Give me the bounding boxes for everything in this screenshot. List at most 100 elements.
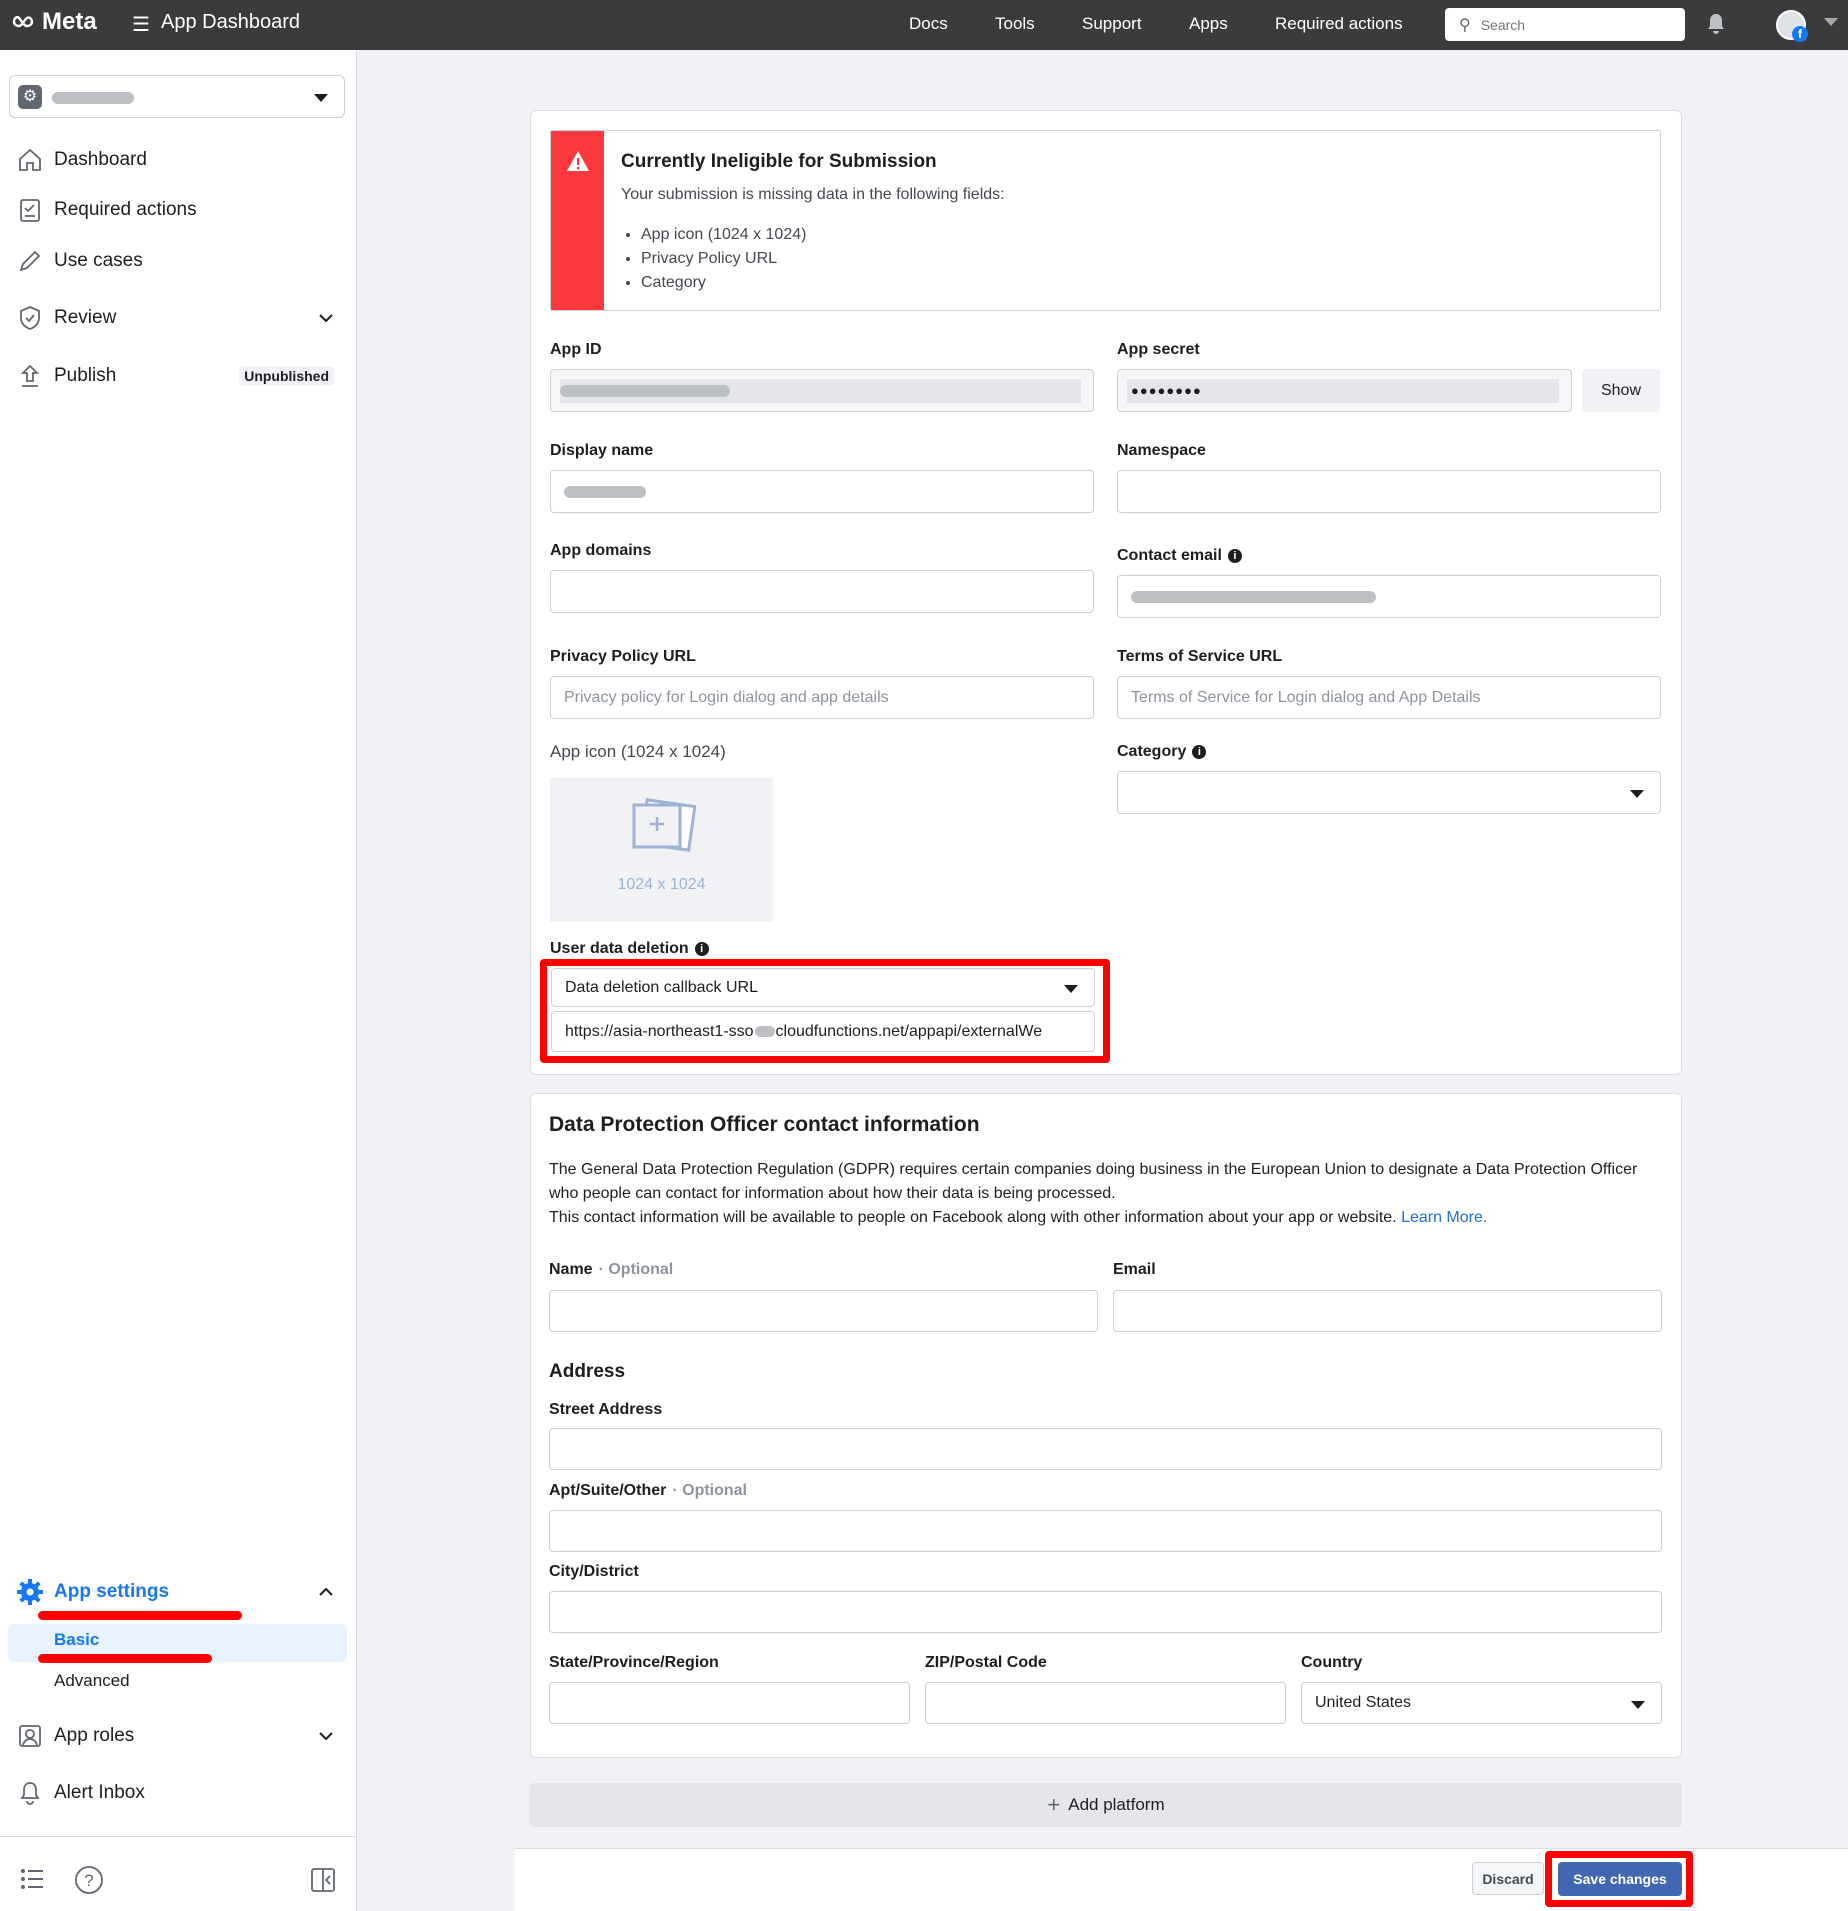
sidebar-item-use-cases[interactable]: Use cases — [14, 245, 334, 277]
sidebar-item-advanced[interactable]: Advanced — [54, 1671, 130, 1691]
save-changes-button[interactable]: Save changes — [1558, 1862, 1682, 1896]
nav-apps[interactable]: Apps — [1189, 14, 1228, 34]
collapse-sidebar-icon[interactable] — [310, 1867, 336, 1893]
sidebar-item-label: Required actions — [54, 199, 197, 220]
sidebar-item-required-actions[interactable]: Required actions — [14, 194, 334, 226]
help-icon[interactable]: ? — [74, 1865, 104, 1895]
list-item: Privacy Policy URL — [641, 247, 806, 271]
privacy-policy-label: Privacy Policy URL — [550, 648, 696, 666]
street-address-input[interactable] — [563, 1440, 1648, 1458]
sidebar-item-app-settings[interactable]: App settings — [14, 1576, 334, 1608]
notifications-bell-icon[interactable] — [1705, 12, 1727, 36]
discard-button[interactable]: Discard — [1472, 1862, 1544, 1895]
alert-color-bar — [551, 131, 604, 310]
dpo-para-2: This contact information will be availab… — [549, 1209, 1397, 1226]
app-id-redacted — [560, 385, 730, 397]
user-data-deletion-label: User data deletion i — [550, 940, 709, 958]
sidebar-item-publish[interactable]: Publish Unpublished — [14, 360, 334, 392]
checklist-icon — [14, 194, 46, 226]
list-icon[interactable] — [20, 1868, 44, 1890]
namespace-field[interactable] — [1117, 470, 1661, 513]
nav-required-actions[interactable]: Required actions — [1275, 14, 1403, 34]
sidebar-item-app-roles[interactable]: App roles — [14, 1720, 334, 1752]
label-text: Display name — [550, 442, 654, 459]
app-domains-field[interactable] — [550, 570, 1094, 613]
divider — [0, 1836, 357, 1837]
label-text: Category — [1117, 743, 1187, 760]
display-name-field[interactable] — [550, 470, 1094, 513]
app-icon-label: App icon (1024 x 1024) — [550, 742, 726, 761]
info-icon[interactable]: i — [1192, 745, 1207, 759]
label-text: Street Address — [549, 1401, 663, 1418]
show-secret-button[interactable]: Show — [1582, 369, 1660, 412]
category-select[interactable] — [1117, 771, 1661, 814]
dpo-email-input[interactable] — [1127, 1302, 1648, 1320]
contact-email-field[interactable] — [1117, 575, 1661, 618]
info-icon[interactable]: i — [1227, 549, 1242, 563]
add-platform-label: Add platform — [1068, 1795, 1165, 1814]
pencil-icon — [14, 245, 46, 277]
missing-fields-list: App icon (1024 x 1024) Privacy Policy UR… — [641, 223, 806, 295]
terms-of-service-input[interactable] — [1131, 688, 1647, 707]
app-secret-field[interactable]: ●●●●●●●● — [1117, 369, 1572, 412]
country-select[interactable]: United States — [1301, 1682, 1662, 1724]
terms-of-service-field[interactable] — [1117, 676, 1661, 719]
app-id-field[interactable] — [550, 369, 1094, 412]
sidebar-item-dashboard[interactable]: Dashboard — [14, 144, 334, 176]
info-icon[interactable]: i — [694, 942, 709, 956]
add-platform-button[interactable]: + Add platform — [530, 1783, 1682, 1827]
namespace-input[interactable] — [1131, 482, 1647, 501]
label-text: App domains — [550, 542, 652, 559]
warning-icon — [567, 151, 589, 171]
search-box[interactable]: ⚲ — [1445, 8, 1685, 41]
app-domains-input[interactable] — [564, 582, 1080, 601]
meta-logo[interactable]: Meta — [10, 8, 97, 36]
street-address-label: Street Address — [549, 1401, 662, 1419]
dpo-name-input[interactable] — [563, 1302, 1084, 1320]
sidebar-item-label: Review — [54, 307, 117, 328]
nav-support[interactable]: Support — [1082, 14, 1142, 34]
dpo-name-field[interactable] — [549, 1290, 1098, 1332]
state-input[interactable] — [563, 1694, 896, 1712]
city-field[interactable] — [549, 1591, 1662, 1633]
nav-docs[interactable]: Docs — [909, 14, 948, 34]
nav-tools[interactable]: Tools — [995, 14, 1035, 34]
privacy-policy-field[interactable] — [550, 676, 1094, 719]
dpo-email-label: Email — [1113, 1261, 1156, 1279]
app-secret-value: ●●●●●●●● — [1131, 383, 1202, 398]
label-text: ZIP/Postal Code — [925, 1654, 1047, 1671]
zip-label: ZIP/Postal Code — [925, 1654, 1047, 1672]
label-text: Email — [1113, 1261, 1156, 1278]
deletion-type-select[interactable]: Data deletion callback URL — [551, 968, 1095, 1007]
app-selector[interactable]: ⚙ — [9, 75, 345, 118]
zip-field[interactable] — [925, 1682, 1286, 1724]
dpo-email-field[interactable] — [1113, 1290, 1662, 1332]
contact-email-redacted — [1131, 590, 1376, 603]
sidebar-item-review[interactable]: Review — [14, 302, 334, 334]
apt-field[interactable] — [549, 1510, 1662, 1552]
app-name-redacted — [52, 92, 134, 104]
search-input[interactable] — [1480, 16, 1661, 33]
app-icon-upload[interactable]: 1024 x 1024 — [550, 778, 773, 922]
sidebar-item-alert-inbox[interactable]: Alert Inbox — [14, 1777, 334, 1809]
privacy-policy-input[interactable] — [564, 688, 1080, 707]
street-address-field[interactable] — [549, 1428, 1662, 1470]
top-bar: Meta ☰ App Dashboard Docs Tools Support … — [0, 0, 1848, 50]
deletion-callback-url-field[interactable]: https://asia-northeast1-sso cloudfunctio… — [551, 1011, 1095, 1052]
city-input[interactable] — [563, 1603, 1648, 1621]
sidebar-item-label: Dashboard — [54, 149, 147, 170]
apt-input[interactable] — [563, 1522, 1648, 1540]
learn-more-link[interactable]: Learn More. — [1401, 1209, 1487, 1226]
zip-input[interactable] — [939, 1694, 1272, 1712]
city-label: City/District — [549, 1563, 639, 1581]
meta-logo-text: Meta — [42, 8, 97, 35]
chevron-down-icon — [1631, 1701, 1645, 1709]
app-secret-label: App secret — [1117, 341, 1200, 359]
state-field[interactable] — [549, 1682, 910, 1724]
hamburger-menu-icon[interactable]: ☰ — [132, 12, 150, 37]
account-caret-icon[interactable] — [1824, 18, 1838, 26]
sidebar-item-basic[interactable]: Basic — [54, 1630, 99, 1650]
apt-label: Apt/Suite/Other · Optional — [549, 1482, 747, 1500]
label-text: Namespace — [1117, 442, 1206, 459]
home-icon — [14, 144, 46, 176]
